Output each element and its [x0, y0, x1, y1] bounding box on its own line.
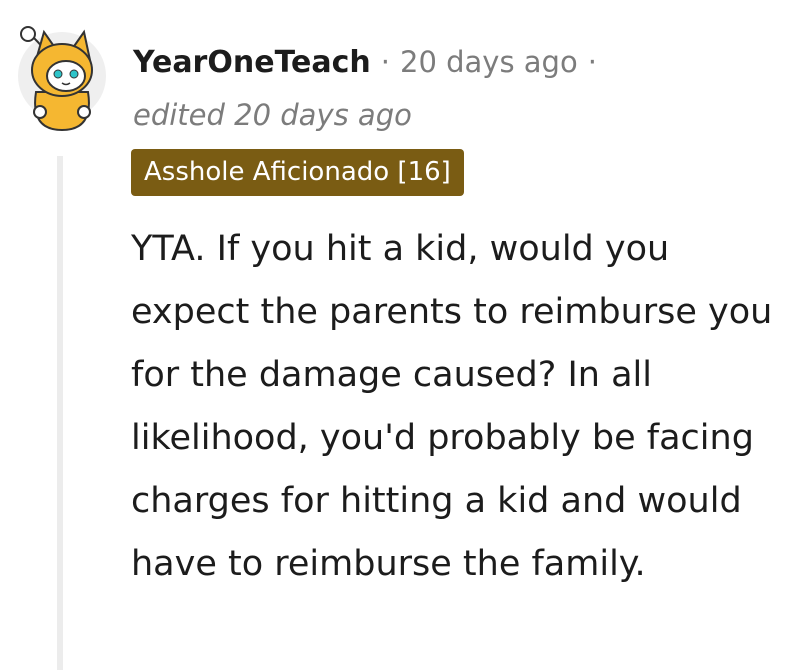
user-flair-badge: Asshole Aficionado [16] [131, 149, 464, 196]
comment-timestamp[interactable]: 20 days ago [400, 45, 578, 79]
comment-body: YTA. If you hit a kid, would you expect … [131, 229, 773, 584]
username-link[interactable]: YearOneTeach [133, 45, 371, 80]
avatar[interactable] [16, 12, 108, 134]
edited-label: edited 20 days ago [133, 98, 412, 132]
thread-collapse-line[interactable] [57, 156, 63, 670]
comment-meta: YearOneTeach · 20 days ago · [133, 42, 607, 83]
snoo-avatar-icon [18, 26, 106, 132]
separator-dot: · [587, 45, 597, 79]
separator-dot: · [380, 45, 390, 79]
